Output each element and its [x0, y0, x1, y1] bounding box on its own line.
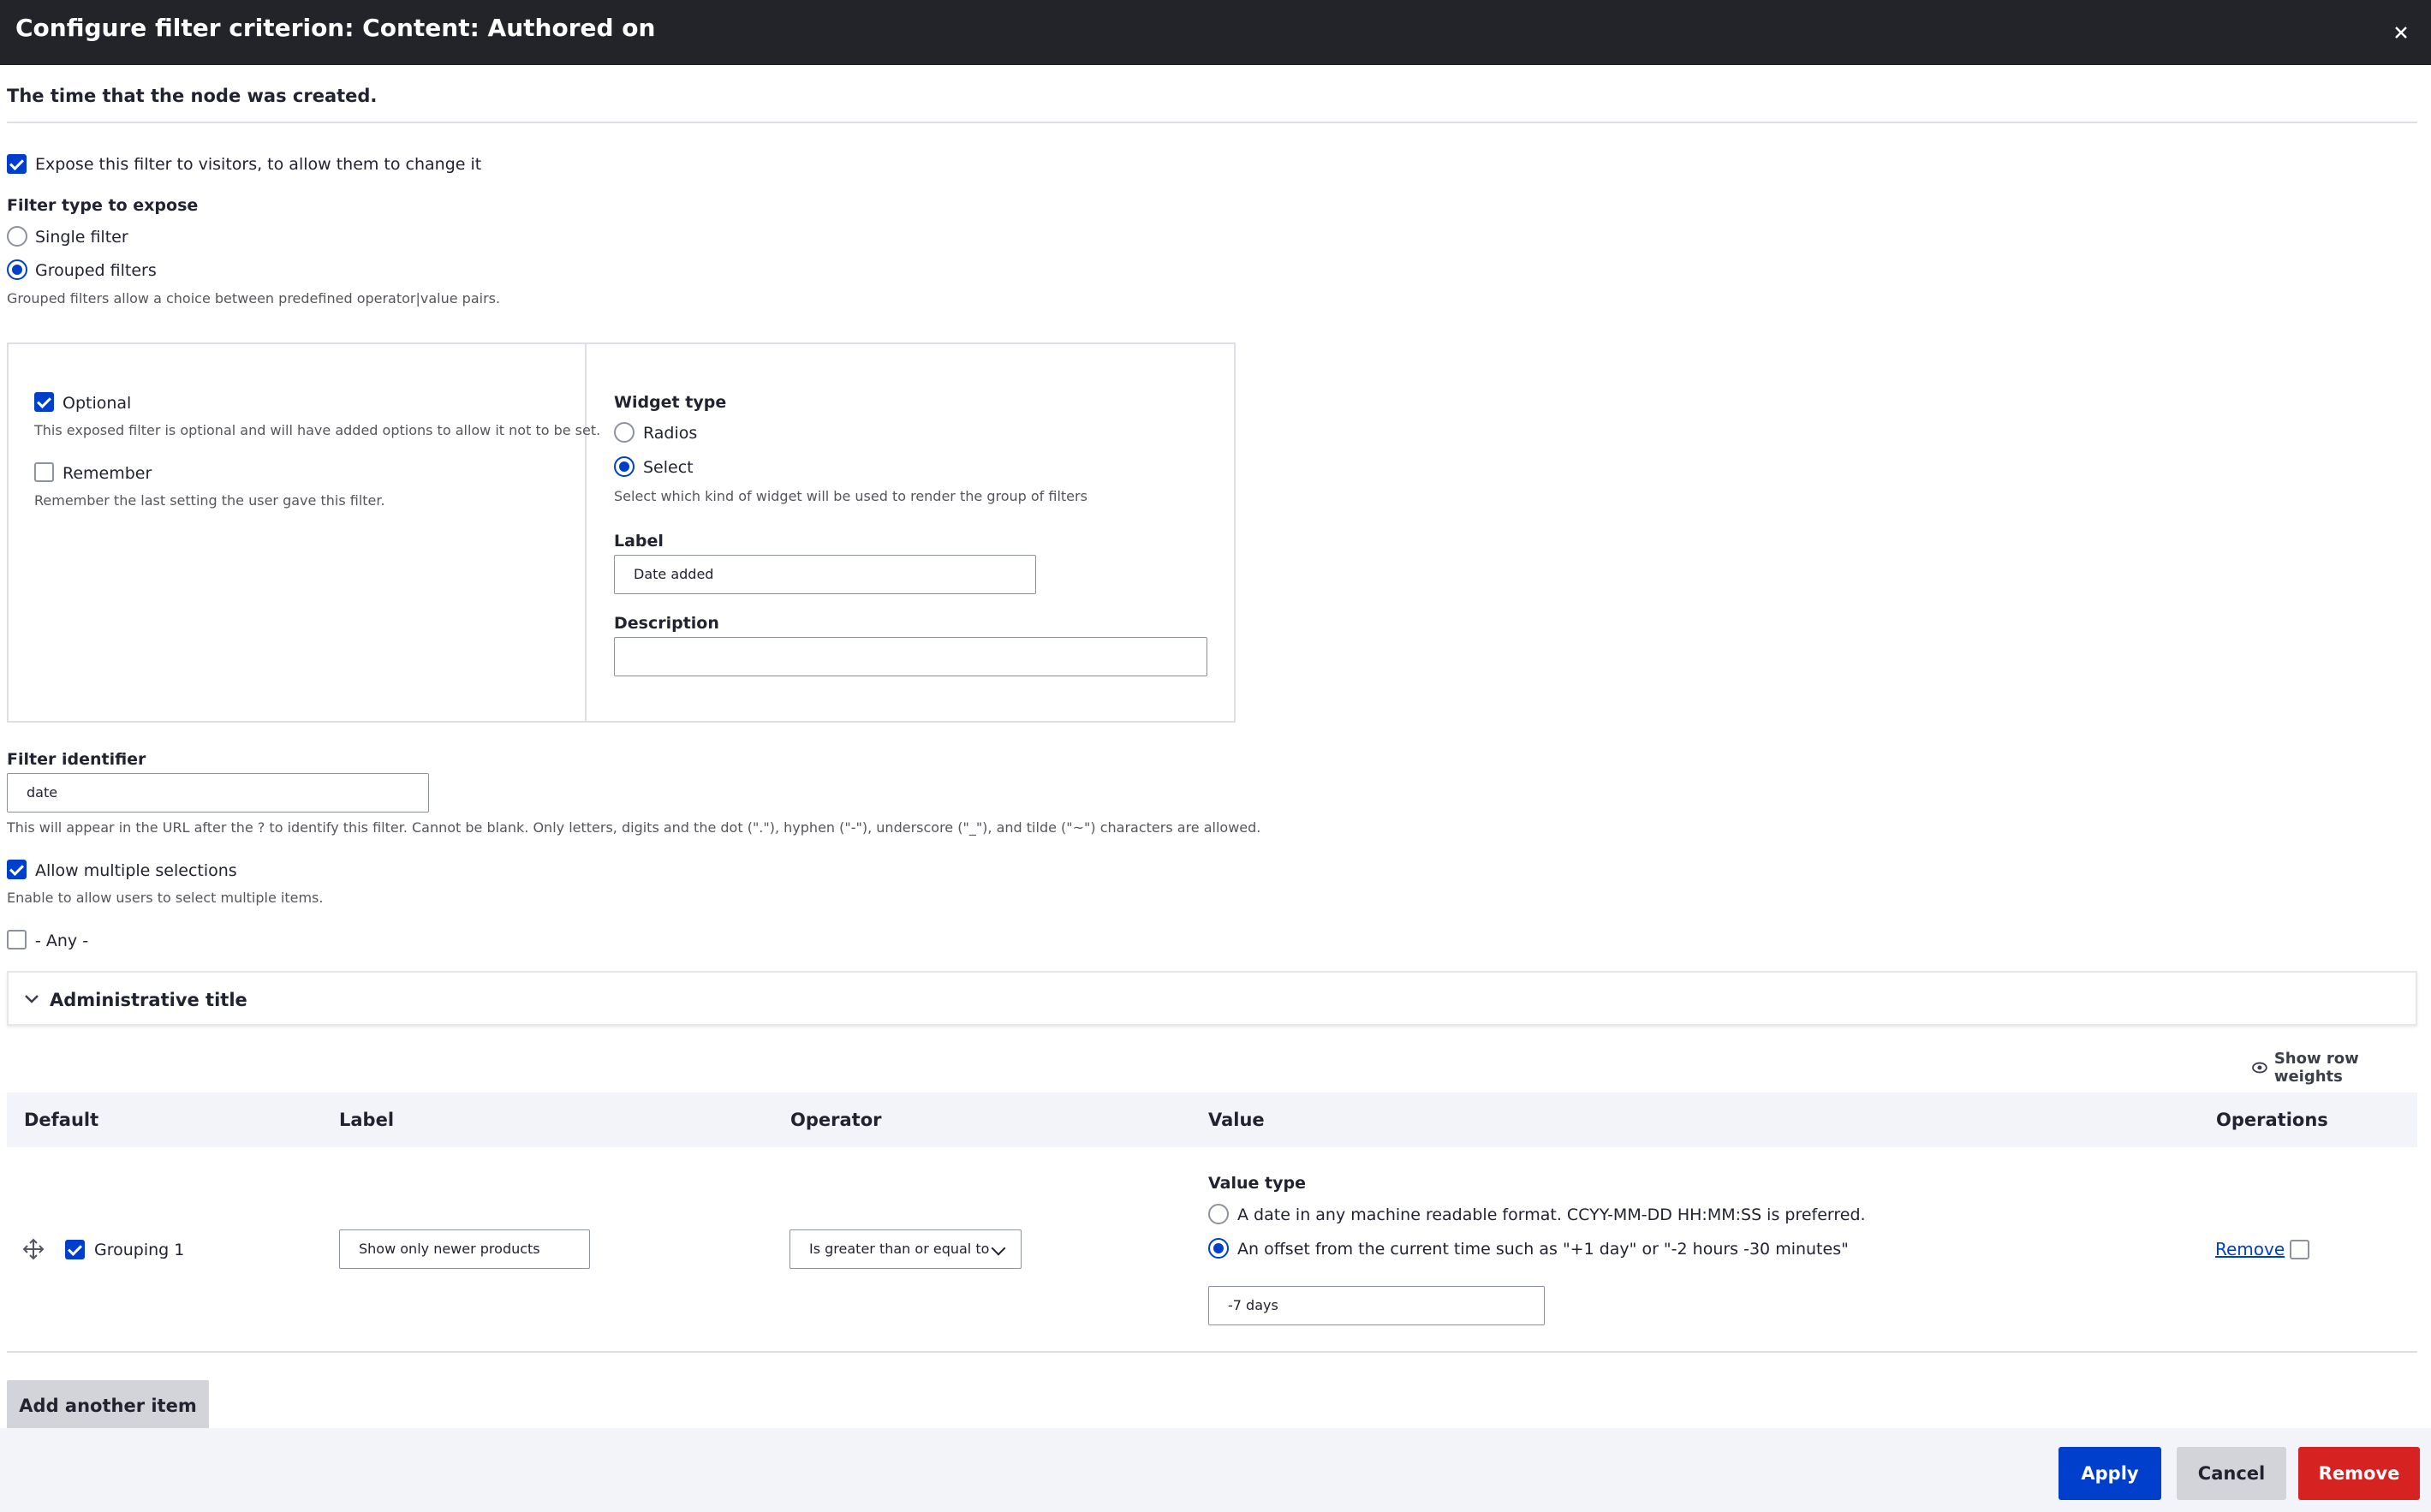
single-filter-radio[interactable]	[7, 226, 27, 247]
widget-label-input[interactable]: Date added	[614, 555, 1036, 594]
dialog-title: Configure filter criterion: Content: Aut…	[15, 14, 656, 42]
radios-label: Radios	[643, 424, 698, 443]
dialog-titlebar: Configure filter criterion: Content: Aut…	[0, 0, 2431, 65]
allow-multiple-checkbox[interactable]	[7, 860, 27, 879]
row-divider	[7, 1351, 2417, 1353]
widget-label-heading: Label	[614, 532, 664, 551]
value-type-date-radio[interactable]	[1208, 1204, 1229, 1224]
expose-label: Expose this filter to visitors, to allow…	[35, 155, 482, 174]
remember-label: Remember	[63, 464, 152, 483]
header-operations: Operations	[2216, 1110, 2328, 1130]
value-type-offset-radio[interactable]	[1208, 1238, 1229, 1259]
grouping-value-input[interactable]: -7 days	[1208, 1286, 1545, 1325]
value-type-offset-label: An offset from the current time such as …	[1237, 1240, 1849, 1259]
dialog-description: The time that the node was created.	[7, 86, 378, 106]
filter-type-heading: Filter type to expose	[7, 196, 199, 215]
expose-checkbox[interactable]	[7, 154, 27, 174]
single-filter-label: Single filter	[35, 228, 128, 247]
optional-checkbox[interactable]	[34, 392, 54, 412]
grouping-remove-link[interactable]: Remove	[2215, 1238, 2285, 1260]
grouping-remove-checkbox[interactable]	[2290, 1240, 2309, 1259]
optional-label: Optional	[63, 394, 132, 413]
filter-identifier-heading: Filter identifier	[7, 750, 146, 769]
grouping-label-input[interactable]: Show only newer products	[339, 1229, 590, 1269]
header-value: Value	[1208, 1110, 1265, 1130]
show-row-weights-button[interactable]: Show row weights	[2252, 1050, 2431, 1086]
panel-divider	[585, 344, 587, 721]
widget-description-input[interactable]	[614, 637, 1207, 676]
any-label: - Any -	[35, 932, 89, 950]
filter-identifier-help: This will appear in the URL after the ? …	[7, 819, 1261, 836]
widget-type-heading: Widget type	[614, 393, 727, 412]
apply-button[interactable]: Apply	[2059, 1447, 2161, 1500]
widget-type-help: Select which kind of widget will be used…	[614, 488, 1087, 504]
header-default: Default	[24, 1110, 99, 1130]
show-row-weights-label: Show row weights	[2273, 1050, 2359, 1086]
grouped-filters-radio[interactable]	[7, 259, 27, 280]
filter-type-help: Grouped filters allow a choice between p…	[7, 290, 501, 307]
widget-description-heading: Description	[614, 614, 719, 633]
close-icon[interactable]	[2386, 17, 2416, 48]
header-label: Label	[339, 1110, 395, 1130]
header-operator: Operator	[790, 1110, 882, 1130]
value-type-heading: Value type	[1208, 1174, 1306, 1193]
select-radio[interactable]	[614, 456, 635, 477]
administrative-title-details[interactable]: Administrative title	[7, 971, 2417, 1026]
group-table-header: Default Label Operator Value Operations	[7, 1092, 2417, 1147]
grouping-operator-select[interactable]: Is greater than or equal to	[789, 1229, 1022, 1269]
cancel-button[interactable]: Cancel	[2177, 1447, 2286, 1500]
select-label: Select	[643, 458, 694, 477]
grouping-operator-value: Is greater than or equal to	[809, 1241, 990, 1257]
grouping-default-checkbox[interactable]	[65, 1240, 85, 1259]
value-type-date-label: A date in any machine readable format. C…	[1237, 1205, 1866, 1224]
remember-help: Remember the last setting the user gave …	[34, 492, 385, 509]
divider	[7, 122, 2417, 123]
remove-button[interactable]: Remove	[2298, 1447, 2420, 1500]
administrative-title-label: Administrative title	[50, 990, 247, 1010]
remember-checkbox[interactable]	[34, 462, 54, 482]
radios-radio[interactable]	[614, 422, 635, 443]
add-another-item-button[interactable]: Add another item	[7, 1380, 209, 1432]
allow-multiple-label: Allow multiple selections	[35, 861, 237, 880]
filter-identifier-input[interactable]: date	[7, 773, 429, 813]
grouped-filters-label: Grouped filters	[35, 261, 157, 280]
grouping-name: Grouping 1	[94, 1241, 185, 1259]
allow-multiple-help: Enable to allow users to select multiple…	[7, 890, 324, 906]
optional-help: This exposed filter is optional and will…	[34, 422, 601, 438]
chevron-down-icon	[991, 1241, 1006, 1256]
drag-handle-icon[interactable]	[22, 1238, 45, 1260]
any-checkbox[interactable]	[7, 930, 27, 949]
eye-icon	[2252, 1062, 2267, 1074]
chevron-down-icon	[25, 995, 39, 1003]
